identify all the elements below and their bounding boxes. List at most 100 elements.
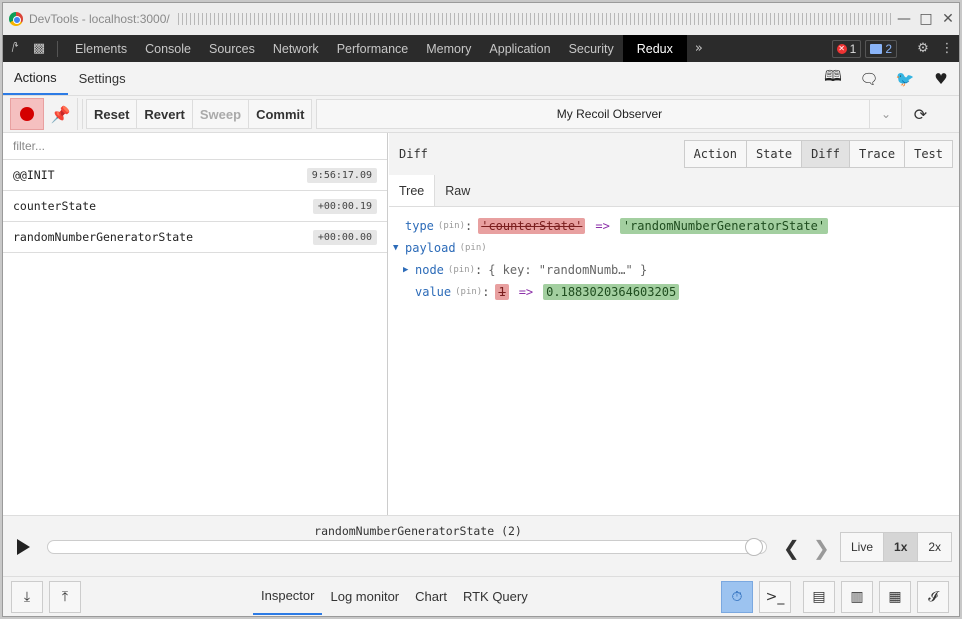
action-row[interactable]: randomNumberGeneratorState +00:00.00 xyxy=(3,222,387,253)
subtab-settings[interactable]: Settings xyxy=(68,62,137,95)
device-toolbar-icon[interactable]: ▩ xyxy=(27,35,51,62)
view-raw[interactable]: Raw xyxy=(435,175,480,206)
diff-tree: type (pin) : 'counterState' => 'randomNu… xyxy=(389,207,959,303)
import-icon[interactable]: ⤓ xyxy=(11,581,43,613)
tree-row-value: value (pin) : 1 => 0.1883020364603205 xyxy=(389,281,959,303)
monitor-tab-inspector[interactable]: Inspector xyxy=(253,577,323,615)
error-count-badge[interactable]: ✕ 1 xyxy=(831,39,862,58)
chevron-down-icon[interactable]: ⌄ xyxy=(869,100,901,128)
slider-action-label: randomNumberGeneratorState (2) xyxy=(314,524,522,538)
dock-left-icon[interactable]: ▤ xyxy=(803,581,835,613)
export-icon[interactable]: ⤒ xyxy=(49,581,81,613)
sync-icon[interactable]: ⟳ xyxy=(902,99,938,129)
chrome-logo-icon xyxy=(9,12,23,26)
filter-input[interactable] xyxy=(13,139,373,153)
pin-link[interactable]: (pin) xyxy=(460,243,487,253)
remote-antenna-icon[interactable]: 𝓘 xyxy=(917,581,949,613)
actions-toolbar: 📌 Reset Revert Sweep Commit My Recoil Ob… xyxy=(3,96,959,133)
kebab-menu-icon[interactable]: ⋮ xyxy=(935,35,959,62)
more-tabs-icon[interactable]: » xyxy=(687,41,711,56)
view-tree[interactable]: Tree xyxy=(389,175,436,206)
node-preview: { key: "randomNumb…" } xyxy=(488,263,648,277)
persist-timer-icon[interactable]: ⏱ xyxy=(721,581,753,613)
dock-bottom-icon[interactable]: ▦ xyxy=(879,581,911,613)
maximize-icon[interactable]: □ xyxy=(915,9,937,29)
key-value: value xyxy=(415,285,452,299)
speed-2x[interactable]: 2x xyxy=(917,532,953,562)
collapsed-arrow-icon[interactable]: ▶ xyxy=(403,265,415,275)
monitor-tab-rtk-query[interactable]: RTK Query xyxy=(455,577,536,615)
commit-button[interactable]: Commit xyxy=(248,99,313,129)
title-bar: DevTools - localhost:3000/ — □ ✕ xyxy=(3,3,959,35)
pin-link[interactable]: (pin) xyxy=(455,287,482,297)
chat-icon[interactable]: 🗨 xyxy=(851,70,887,88)
tab-redux[interactable]: Redux xyxy=(622,35,687,62)
inspector-header: Diff Action State Diff Trace Test xyxy=(389,133,959,175)
previous-icon[interactable]: ❮ xyxy=(783,536,800,560)
inspector-mode-label: Diff xyxy=(399,147,428,161)
filter-bar xyxy=(3,133,387,160)
minimize-icon[interactable]: — xyxy=(893,9,915,29)
mode-diff[interactable]: Diff xyxy=(801,140,850,168)
error-icon: ✕ xyxy=(836,43,847,54)
tree-row-node[interactable]: ▶ node (pin) : { key: "randomNumb…" } xyxy=(389,259,959,281)
pin-link[interactable]: (pin) xyxy=(438,221,465,231)
added-value: 'randomNumberGeneratorState' xyxy=(619,218,829,234)
inspect-element-icon[interactable]: ⭚ xyxy=(3,35,27,62)
action-list-pane: @@INIT 9:56:17.09 counterState +00:00.19… xyxy=(3,133,388,515)
monitor-tab-chart[interactable]: Chart xyxy=(407,577,455,615)
reset-button[interactable]: Reset xyxy=(86,99,138,129)
twitter-icon[interactable]: 🐦 xyxy=(887,70,923,88)
terminal-icon[interactable]: >_ xyxy=(759,581,791,613)
tree-row-payload[interactable]: ▼ payload (pin) xyxy=(389,237,959,259)
next-icon[interactable]: ❯ xyxy=(813,536,830,560)
key-node: node xyxy=(415,263,444,277)
heart-icon[interactable]: ♥ xyxy=(923,70,959,88)
window-title: DevTools - localhost:3000/ xyxy=(29,12,170,26)
playback-speed: Live 1x 2x xyxy=(840,532,953,562)
removed-value: 1 xyxy=(495,284,509,300)
mode-test[interactable]: Test xyxy=(904,140,953,168)
lock-button[interactable]: 📌 xyxy=(44,98,78,130)
speed-1x[interactable]: 1x xyxy=(883,532,919,562)
timeline-thumb[interactable] xyxy=(745,538,763,556)
mode-action[interactable]: Action xyxy=(683,140,747,168)
mode-trace[interactable]: Trace xyxy=(848,140,906,168)
key-type: type xyxy=(405,219,434,233)
revert-button[interactable]: Revert xyxy=(136,99,193,129)
monitor-tab-log-monitor[interactable]: Log monitor xyxy=(322,577,407,615)
message-count: 2 xyxy=(885,41,892,56)
action-row[interactable]: @@INIT 9:56:17.09 xyxy=(3,160,387,191)
message-count-badge[interactable]: 2 xyxy=(865,39,897,58)
settings-gear-icon[interactable]: ⚙ xyxy=(911,35,935,62)
record-button[interactable] xyxy=(10,98,44,130)
tab-sources[interactable]: Sources xyxy=(200,35,264,62)
action-row[interactable]: counterState +00:00.19 xyxy=(3,191,387,222)
message-icon xyxy=(870,43,883,54)
divider xyxy=(57,40,58,57)
speed-live[interactable]: Live xyxy=(840,532,885,562)
sweep-button[interactable]: Sweep xyxy=(191,99,250,129)
action-time: +00:00.00 xyxy=(312,229,377,245)
dock-right-icon[interactable]: ▥ xyxy=(841,581,873,613)
tab-network[interactable]: Network xyxy=(264,35,328,62)
instance-select[interactable]: My Recoil Observer ⌄ xyxy=(316,99,903,129)
diff-arrow: => xyxy=(518,285,534,299)
book-icon[interactable]: 🕮 xyxy=(815,66,851,91)
tab-performance[interactable]: Performance xyxy=(328,35,418,62)
close-icon[interactable]: ✕ xyxy=(937,9,959,29)
tab-console[interactable]: Console xyxy=(136,35,200,62)
pin-link[interactable]: (pin) xyxy=(448,265,475,275)
subtab-actions[interactable]: Actions xyxy=(3,62,68,95)
monitor-tabs: Inspector Log monitor Chart RTK Query xyxy=(253,577,536,615)
tab-memory[interactable]: Memory xyxy=(417,35,480,62)
tab-elements[interactable]: Elements xyxy=(66,35,136,62)
timeline-track[interactable] xyxy=(47,540,767,554)
tab-security[interactable]: Security xyxy=(560,35,623,62)
expanded-arrow-icon[interactable]: ▼ xyxy=(393,243,405,253)
inspector-mode-tabs: Action State Diff Trace Test xyxy=(683,140,953,168)
mode-state[interactable]: State xyxy=(745,140,803,168)
instance-select-value: My Recoil Observer xyxy=(556,107,663,121)
tab-application[interactable]: Application xyxy=(480,35,559,62)
play-icon[interactable] xyxy=(17,539,30,555)
